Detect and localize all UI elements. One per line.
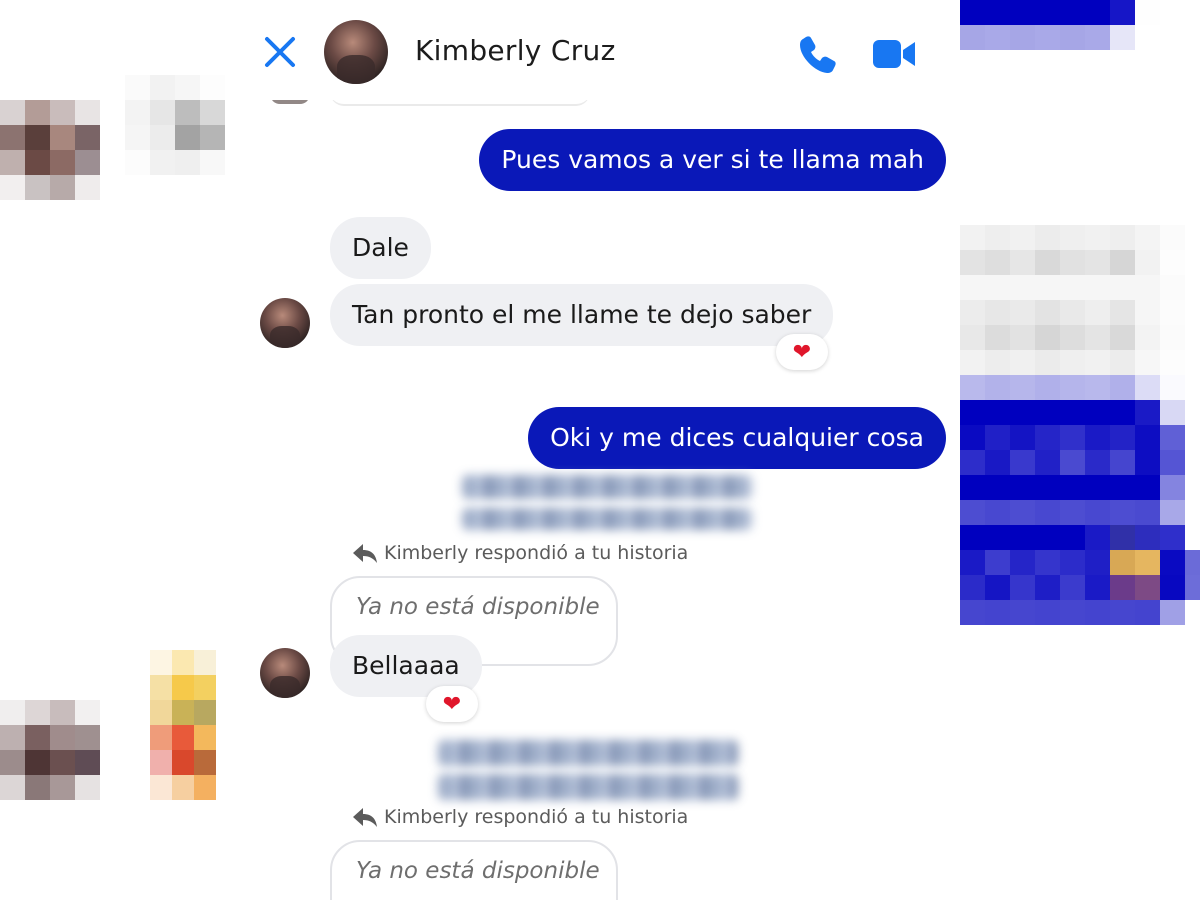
story-unavailable-box[interactable]: Ya no está disponible <box>330 840 618 900</box>
pixelated-right-middle <box>960 225 1200 625</box>
video-camera-icon[interactable] <box>870 30 918 78</box>
pixelated-left-top-2 <box>125 75 225 175</box>
close-icon[interactable] <box>258 30 302 74</box>
story-reply-label: Kimberly respondió a tu historia <box>384 542 689 564</box>
chat-panel: Kimberly Cruz Pues vamos a ver si te lla… <box>240 0 960 900</box>
story-reply-label: Kimberly respondió a tu historia <box>384 806 689 828</box>
story-reply-note: Kimberly respondió a tu historia <box>352 542 688 564</box>
reply-arrow-icon <box>353 544 377 563</box>
story-thumbnail-blurred <box>462 508 752 530</box>
heart-reaction[interactable]: ❤ <box>426 686 478 722</box>
pixelated-left-top <box>0 100 100 200</box>
avatar[interactable] <box>324 20 388 84</box>
message-incoming[interactable]: Dale <box>330 217 431 279</box>
story-thumbnail-blurred <box>438 740 738 766</box>
message-outgoing[interactable]: Pues vamos a ver si te llama mah <box>479 129 946 191</box>
contact-name[interactable]: Kimberly Cruz <box>415 34 616 67</box>
sender-avatar[interactable] <box>260 648 310 698</box>
message-incoming[interactable]: Tan pronto el me llame te dejo saber <box>330 284 834 346</box>
story-thumbnail-blurred <box>462 475 752 499</box>
story-thumbnail-blurred <box>438 774 738 800</box>
chat-header: Kimberly Cruz <box>240 0 960 100</box>
sender-avatar[interactable] <box>260 298 310 348</box>
heart-reaction[interactable]: ❤ <box>776 334 828 370</box>
reply-arrow-icon <box>353 808 377 827</box>
story-reply-note: Kimberly respondió a tu historia <box>352 806 688 828</box>
pixelated-left-bottom-2 <box>150 650 216 800</box>
phone-icon[interactable] <box>794 30 842 78</box>
pixelated-right-top <box>960 0 1160 50</box>
pixelated-left-bottom <box>0 700 100 800</box>
message-outgoing[interactable]: Oki y me dices cualquier cosa <box>528 407 946 469</box>
